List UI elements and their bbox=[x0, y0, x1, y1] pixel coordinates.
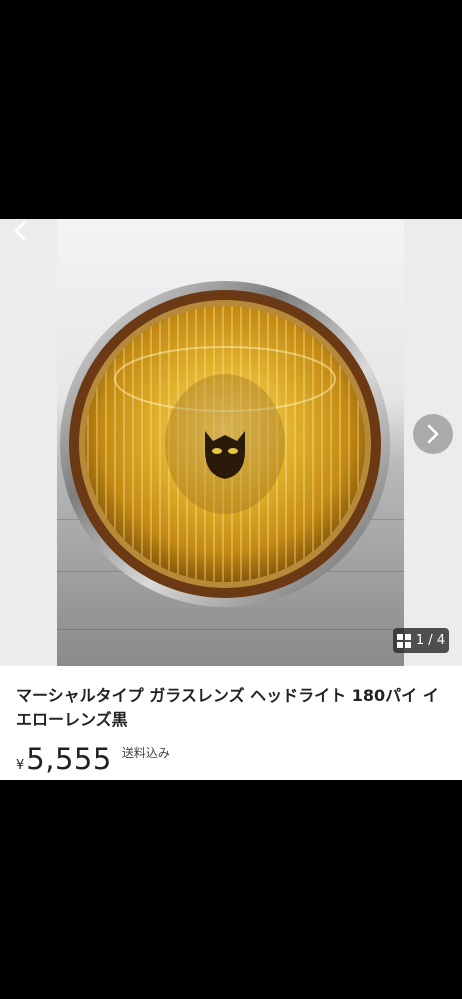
price-amount: 5,555 bbox=[26, 742, 112, 776]
image-viewer[interactable]: 1 / 4 bbox=[0, 219, 462, 666]
chevron-left-icon bbox=[14, 221, 26, 241]
chevron-right-icon bbox=[427, 424, 439, 444]
product-title: マーシャルタイプ ガラスレンズ ヘッドライト 180パイ イエローレンズ黒 bbox=[16, 686, 439, 729]
next-image-button[interactable] bbox=[413, 414, 453, 454]
headlight-image bbox=[60, 281, 390, 607]
image-counter[interactable]: 1 / 4 bbox=[393, 628, 449, 653]
currency-symbol: ¥ bbox=[16, 758, 25, 773]
back-button[interactable] bbox=[6, 219, 34, 243]
shipping-note: 送料込み bbox=[121, 746, 170, 760]
screen: { "viewer": { "counter_text": "1 / 4", "… bbox=[0, 0, 462, 999]
product-photo[interactable] bbox=[57, 219, 404, 666]
counter-text: 1 / 4 bbox=[415, 633, 446, 648]
grid-icon bbox=[396, 633, 411, 648]
price-row: ¥ 5,555 送料込み bbox=[16, 742, 170, 776]
product-info: マーシャルタイプ ガラスレンズ ヘッドライト 180パイ イエローレンズ黒 ¥ … bbox=[0, 666, 462, 780]
